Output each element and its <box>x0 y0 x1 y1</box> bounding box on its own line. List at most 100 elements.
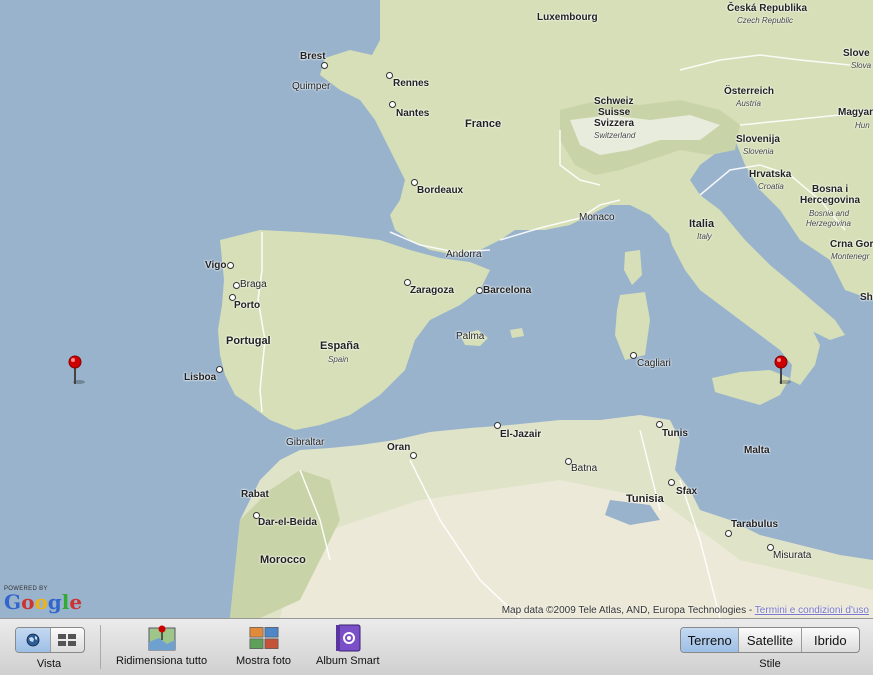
copyright-text: Map data ©2009 Tele Atlas, AND, Europa T… <box>501 605 755 616</box>
label-luxembourg: Luxembourg <box>537 12 598 23</box>
city-dot <box>476 287 483 294</box>
label-espana: España <box>320 340 360 352</box>
label-ceska: Česká Republika <box>727 3 808 14</box>
smart-album-button[interactable]: Album Smart <box>316 624 380 667</box>
map-copyright: Map data ©2009 Tele Atlas, AND, Europa T… <box>502 605 869 616</box>
label-italia-sub: Italy <box>697 232 712 241</box>
city-dot <box>630 352 637 359</box>
label-hrvatska: Hrvatska <box>749 169 792 180</box>
style-segmented-control: Terreno Satellite Ibrido <box>680 627 860 653</box>
label-vigo: Vigo <box>205 260 227 271</box>
label-bosna-sub1: Bosnia and <box>809 209 850 218</box>
label-bosna1: Bosna i <box>812 184 849 195</box>
city-dot <box>668 479 675 486</box>
label-crna: Crna Gor <box>830 239 873 250</box>
label-slova: Slova <box>851 61 872 70</box>
label-france: France <box>465 118 502 130</box>
label-cagliari: Cagliari <box>637 358 671 369</box>
label-andorra: Andorra <box>446 249 482 260</box>
label-tarabulus: Tarabulus <box>731 519 779 530</box>
show-photos-label: Mostra foto <box>236 655 292 667</box>
label-barcelona: Barcelona <box>483 285 532 296</box>
label-magyar: Magyar <box>838 107 873 118</box>
label-misurata: Misurata <box>773 550 812 561</box>
label-darelbeida: Dar-el-Beida <box>258 517 317 528</box>
view-label: Vista <box>36 658 62 670</box>
label-italia: Italia <box>689 218 715 230</box>
terms-link[interactable]: Termini e condizioni d'uso <box>755 605 869 616</box>
label-portugal: Portugal <box>226 335 271 347</box>
label-slovenija: Slovenija <box>736 134 780 145</box>
label-lisboa: Lisboa <box>184 372 217 383</box>
city-dot <box>386 72 393 79</box>
label-rabat: Rabat <box>241 489 269 500</box>
label-porto: Porto <box>234 300 261 311</box>
label-espana-sub: Spain <box>328 355 349 364</box>
view-map-button[interactable] <box>16 628 51 652</box>
map-view[interactable]: Luxembourg Česká Republika Czech Republi… <box>0 0 873 618</box>
label-sh: Sh <box>860 292 873 303</box>
bottom-toolbar: Vista Ridimensiona tutto Mostra foto Alb… <box>0 618 873 675</box>
label-malta: Malta <box>744 445 770 456</box>
view-segmented-control <box>15 627 85 653</box>
label-morocco: Morocco <box>260 554 306 566</box>
city-dot <box>656 421 663 428</box>
label-gibraltar: Gibraltar <box>286 437 325 448</box>
city-dot <box>216 366 223 373</box>
google-logo[interactable]: POWERED BY Google <box>4 586 82 612</box>
label-crna-sub: Montenegr <box>831 252 870 261</box>
style-terrain-button[interactable]: Terreno <box>681 628 740 652</box>
label-hrvatska-sub: Croatia <box>758 182 784 191</box>
map-pin-calabria[interactable] <box>769 354 793 386</box>
label-ceska-sub: Czech Republic <box>737 16 794 25</box>
label-hun: Hun <box>855 121 870 130</box>
city-dot <box>410 452 417 459</box>
resize-all-label: Ridimensiona tutto <box>116 655 208 667</box>
resize-map-icon <box>147 624 177 652</box>
label-bosna-sub2: Herzegovina <box>806 219 851 228</box>
map-pin-atlantic[interactable] <box>63 354 87 386</box>
label-brest: Brest <box>300 51 326 62</box>
city-dot <box>494 422 501 429</box>
label-tunis: Tunis <box>662 428 688 439</box>
style-label: Stile <box>759 658 781 670</box>
label-bordeaux: Bordeaux <box>417 185 464 196</box>
label-nantes: Nantes <box>396 108 430 119</box>
label-osterreich-sub: Austria <box>736 99 761 108</box>
label-monaco: Monaco <box>579 212 615 223</box>
label-oran: Oran <box>387 442 411 453</box>
photos-icon <box>249 624 279 652</box>
city-dot <box>321 62 328 69</box>
show-photos-button[interactable]: Mostra foto <box>236 624 291 667</box>
map-app: Luxembourg Česká Republika Czech Republi… <box>0 0 873 675</box>
label-schweiz3: Svizzera <box>594 118 635 129</box>
label-sfax: Sfax <box>676 486 698 497</box>
city-dot <box>389 101 396 108</box>
globe-icon <box>26 633 40 647</box>
grid-icon <box>58 634 77 646</box>
label-batna: Batna <box>571 463 598 474</box>
label-schweiz-sub: Switzerland <box>594 131 636 140</box>
label-slove: Slove <box>843 48 870 59</box>
label-rennes: Rennes <box>393 78 430 89</box>
style-hybrid-button[interactable]: Ibrido <box>802 628 859 652</box>
resize-all-button[interactable]: Ridimensiona tutto <box>116 624 207 667</box>
label-bosna2: Hercegovina <box>800 195 861 206</box>
label-zaragoza: Zaragoza <box>410 285 454 296</box>
smart-album-label: Album Smart <box>316 655 380 667</box>
city-dot <box>227 262 234 269</box>
style-satellite-button[interactable]: Satellite <box>739 628 802 652</box>
city-dot <box>233 282 240 289</box>
label-braga: Braga <box>240 279 267 290</box>
google-logo-text: Google <box>4 590 83 614</box>
toolbar-divider <box>100 625 101 669</box>
smart-album-icon <box>333 624 363 652</box>
label-schweiz1: Schweiz <box>594 96 634 107</box>
label-tunisia: Tunisia <box>626 493 664 505</box>
view-grid-button[interactable] <box>51 628 85 652</box>
label-slovenija-sub: Slovenia <box>743 147 774 156</box>
label-eljazair: El-Jazair <box>500 429 542 440</box>
label-schweiz2: Suisse <box>598 107 631 118</box>
label-osterreich: Österreich <box>724 86 775 97</box>
label-palma: Palma <box>456 331 485 342</box>
